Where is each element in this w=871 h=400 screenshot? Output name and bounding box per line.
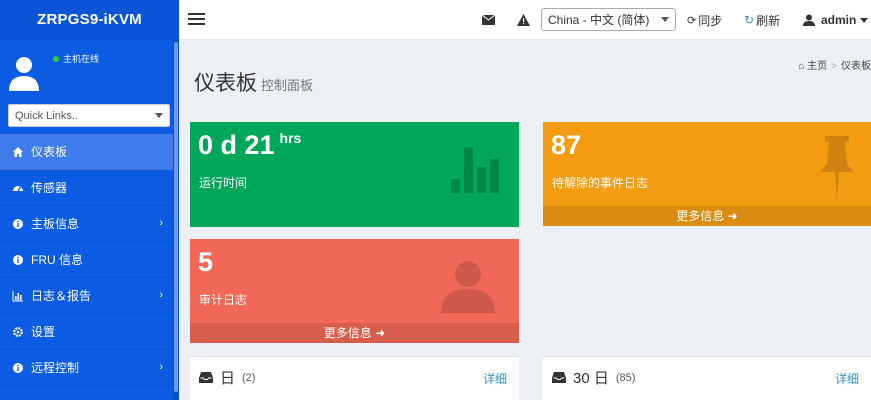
refresh-icon: ↻ [744,13,755,27]
info-icon [13,362,23,373]
home-icon: ⌂ [798,61,805,72]
day-panel-title: 日 [220,370,236,387]
sidebar-item-label: 日志＆报告 [31,289,92,303]
breadcrumb: ⌂ 主页 > 仪表板 [798,57,871,72]
sidebar-item-settings[interactable]: 设置 [0,314,173,350]
audit-log-label: 审计日志 [199,293,248,307]
sidebar-item-fru-info[interactable]: FRU 信息 [0,242,173,278]
pending-events-more-link[interactable]: 更多信息 ➜ [543,206,871,226]
sidebar-item-label: 仪表板 [31,145,68,159]
bar-chart-icon [451,147,499,193]
user-panel: 主机在线 [0,40,179,100]
caret-down-icon [661,17,669,22]
quick-links-select[interactable]: Quick Links.. [8,104,170,127]
host-status-label: 主机在线 [63,54,100,64]
scrollbar-thumb[interactable] [174,42,178,392]
user-icon [803,14,815,26]
page-header: 仪表板 控制面板 [194,67,313,97]
sidebar-item-label: 设置 [31,325,56,339]
main-content: 仪表板 控制面板 ⌂ 主页 > 仪表板 0 d 21 hrs 运行时间 87 待解除的事… [179,40,871,400]
sidebar-item-label: FRU 信息 [31,253,83,267]
sidebar-item-remote-control[interactable]: 远程控制 › [0,350,173,386]
language-select[interactable]: China - 中文 (简体) [541,8,676,31]
pushpin-icon [820,136,854,202]
page-title: 仪表板 [194,72,257,95]
sidebar-menu: 仪表板 传感器 主板信息 › FRU 信息 日志＆报告 › 设置 远程控制 › [0,134,173,386]
sync-button[interactable]: ⟳ 同步 [687,0,722,40]
chevron-right-icon: › [159,217,163,229]
page-subtitle: 控制面板 [261,78,314,93]
caret-down-icon [860,17,869,23]
day-panel: 日 (2) 详细 [190,356,519,400]
sync-icon: ⟳ [687,14,697,27]
day-panel-header: 日 (2) [199,367,255,388]
day-panel-details-link[interactable]: 详细 [483,370,507,387]
sync-label: 同步 [698,13,723,28]
days30-panel-details-link[interactable]: 详细 [835,370,859,387]
audit-log-value: 5 [198,247,214,277]
days30-panel-header: 30 日 (85) [552,367,635,388]
refresh-button[interactable]: ↻ 刷新 [744,0,780,40]
days30-panel: 30 日 (85) 详细 [543,356,871,400]
app-title[interactable]: ZRPGS9-iKVM [0,0,179,40]
home-icon [13,146,23,157]
refresh-label: 刷新 [756,13,781,28]
user-avatar-icon [9,57,39,91]
arrow-circle-right-icon: ➜ [375,326,386,340]
chevron-right-icon: › [159,361,163,373]
top-navbar: China - 中文 (简体) ⟳ 同步 ↻ 刷新 admin [179,0,871,40]
sidebar-item-dashboard[interactable]: 仪表板 [0,134,173,170]
day-panel-count: (2) [242,371,256,384]
uptime-value-wrap: 0 d 21 hrs [198,130,301,161]
days30-panel-count: (85) [615,371,636,384]
breadcrumb-home[interactable]: 主页 [807,61,827,72]
uptime-label: 运行时间 [199,176,248,190]
user-menu[interactable]: admin [803,0,869,40]
sidebar-item-label: 传感器 [31,181,68,195]
chevron-right-icon: › [159,289,163,301]
pending-events-card: 87 待解除的事件日志 更多信息 ➜ [543,122,871,226]
gear-icon [13,326,23,337]
online-dot-icon [53,55,59,62]
menu-toggle-icon[interactable] [188,13,205,28]
audit-log-more-link[interactable]: 更多信息 ➜ [190,323,519,343]
inbox-icon [552,372,566,383]
user-label: admin [821,13,857,27]
days30-panel-title: 30 日 [573,370,609,387]
sidebar-item-logs-reports[interactable]: 日志＆报告 › [0,278,173,314]
breadcrumb-separator: > [831,61,837,72]
warning-icon[interactable] [517,0,530,40]
inbox-icon [199,372,213,383]
sidebar-item-label: 主板信息 [31,217,80,231]
language-value: China - 中文 (简体) [548,13,650,27]
uptime-value: 0 d 21 [198,130,275,160]
sidebar: ZRPGS9-iKVM 主机在线 Quick Links.. 仪表板 传感器 主… [0,0,179,400]
breadcrumb-current: 仪表板 [841,61,871,72]
envelope-icon[interactable] [482,0,495,40]
host-status: 主机在线 [53,52,99,65]
info-icon [13,218,23,229]
caret-down-icon [155,113,163,118]
uptime-card: 0 d 21 hrs 运行时间 [190,122,519,227]
sidebar-item-board-info[interactable]: 主板信息 › [0,206,173,242]
sidebar-item-label: 远程控制 [31,361,80,375]
info-icon [13,254,23,265]
bar-chart-icon [12,290,23,301]
uptime-unit: hrs [279,130,302,146]
audit-log-card: 5 审计日志 更多信息 ➜ [190,239,519,343]
pending-events-value: 87 [551,130,582,160]
user-silhouette-icon [441,261,495,313]
dashboard-icon [13,185,23,191]
arrow-circle-right-icon: ➜ [727,209,738,223]
pending-events-label: 待解除的事件日志 [552,176,649,190]
sidebar-item-sensors[interactable]: 传感器 [0,170,173,206]
quick-links-placeholder: Quick Links.. [15,109,78,122]
